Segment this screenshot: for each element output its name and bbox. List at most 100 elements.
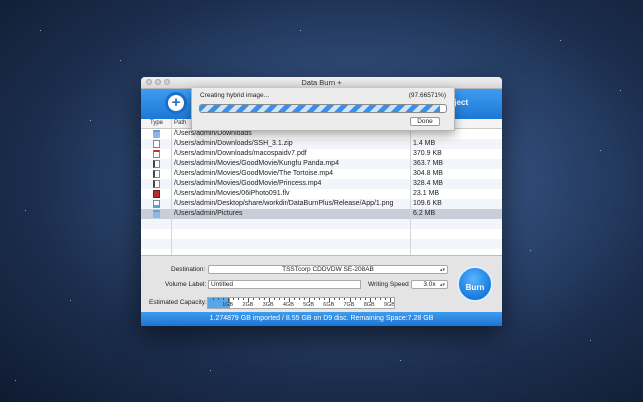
burn-button[interactable]: Burn (457, 266, 493, 302)
capacity-minor-tick (298, 298, 300, 300)
volume-label-label: Volume Label: (165, 281, 207, 288)
folder-icon (153, 210, 160, 218)
capacity-tick-label: 7GB (343, 302, 355, 308)
capacity-minor-tick (253, 298, 255, 300)
capacity-tick-label: 1GB (222, 302, 234, 308)
capacity-minor-tick (319, 298, 321, 300)
capacity-minor-tick (258, 298, 260, 300)
capacity-minor-tick (344, 298, 346, 300)
writing-speed-label: Writing Speed (368, 281, 409, 288)
row-size: 6.2 MB (413, 210, 436, 217)
burn-settings-panel: Destination: TSSTcorp CDDVDW SE-208AB ▴▾… (141, 255, 502, 313)
empty-row (141, 239, 502, 249)
capacity-minor-tick (364, 298, 366, 300)
estimated-capacity-label: Estimated Capacity: (149, 299, 207, 306)
file-table[interactable]: /Users/admin/Downloads /Users/admin/Down… (141, 129, 502, 255)
capacity-minor-tick (218, 298, 220, 300)
row-path: /Users/admin/Downloads/macospaidv7.pdf (174, 150, 307, 157)
destination-select[interactable]: TSSTcorp CDDVDW SE-208AB ▴▾ (208, 265, 448, 274)
capacity-minor-tick (374, 298, 376, 300)
row-path: /Users/admin/Pictures (174, 210, 243, 217)
row-path: /Users/admin/Movies/GoodMovie/Princess.m… (174, 180, 322, 187)
destination-value: TSSTcorp CDDVDW SE-208AB (282, 266, 374, 273)
progress-percent: (97.66571%) (408, 92, 446, 99)
progress-bar (199, 104, 447, 113)
row-path: /Users/admin/Downloads/SSH_3.1.zip (174, 140, 293, 147)
burn-label: Burn (465, 283, 485, 292)
column-header-type[interactable]: Type (150, 120, 163, 126)
capacity-tick-label: 5GB (303, 302, 315, 308)
row-size: 304.8 MB (413, 170, 443, 177)
done-label: Done (417, 118, 433, 125)
capacity-tick-label: 6GB (323, 302, 335, 308)
window-title: Data Burn + (301, 78, 342, 87)
table-row-selected[interactable]: /Users/admin/Pictures 6.2 MB (141, 209, 502, 219)
capacity-minor-tick (223, 298, 225, 300)
done-button[interactable]: Done (410, 117, 440, 126)
capacity-minor-tick (304, 298, 306, 300)
status-text: 1.274879 GB imported / 8.55 GB on D9 dis… (209, 315, 434, 322)
video-icon (153, 180, 160, 188)
capacity-minor-tick (359, 298, 361, 300)
row-path: /Users/admin/Movies/GoodMovie/The Tortoi… (174, 170, 333, 177)
capacity-minor-tick (243, 298, 245, 300)
capacity-minor-tick (283, 298, 285, 300)
status-bar: 1.274879 GB imported / 8.55 GB on D9 dis… (141, 312, 502, 326)
capacity-minor-tick (384, 298, 386, 300)
capacity-minor-tick (233, 298, 235, 300)
flash-video-icon (153, 190, 160, 198)
table-row[interactable]: /Users/admin/Movies/GoodMovie/Princess.m… (141, 179, 502, 189)
plus-icon: + (171, 94, 181, 111)
volume-label-input[interactable]: Untitled (208, 280, 361, 289)
capacity-tick-label: 9GB (383, 302, 395, 308)
capacity-minor-tick (263, 298, 265, 300)
table-row[interactable]: /Users/admin/Downloads/macospaidv7.pdf 3… (141, 149, 502, 159)
row-size: 328.4 MB (413, 180, 443, 187)
capacity-minor-tick (278, 298, 280, 300)
table-row[interactable]: /Users/admin/Movies/GoodMovie/Kungfu Pan… (141, 159, 502, 169)
document-icon (153, 140, 160, 148)
capacity-tick-label: 2GB (242, 302, 254, 308)
table-row[interactable]: /Users/admin/Downloads/SSH_3.1.zip 1.4 M… (141, 139, 502, 149)
progress-title: Creating hybrid image... (200, 92, 270, 99)
capacity-minor-tick (273, 298, 275, 300)
capacity-minor-tick (314, 298, 316, 300)
writing-speed-value: 3.0x (423, 281, 436, 288)
table-row[interactable]: /Users/admin/Movies/GoodMovie/The Tortoi… (141, 169, 502, 179)
capacity-minor-tick (293, 298, 295, 300)
video-icon (153, 160, 160, 168)
capacity-tick-label: 3GB (262, 302, 274, 308)
capacity-tick-label: 4GB (282, 302, 294, 308)
pdf-icon (153, 150, 160, 158)
capacity-tick-label: 8GB (363, 302, 375, 308)
destination-label: Destination: (171, 266, 206, 273)
capacity-minor-tick (339, 298, 341, 300)
folder-icon (153, 130, 160, 138)
image-icon (153, 200, 160, 208)
table-row[interactable]: /Users/admin/Movies/06iPhoto091.flv 23.1… (141, 189, 502, 199)
row-size: 363.7 MB (413, 160, 443, 167)
add-files-button[interactable]: + (165, 92, 187, 114)
capacity-gauge: 1GB 2GB 3GB 4GB 5GB 6GB 7GB 8GB 9GB (207, 297, 395, 309)
column-header-path[interactable]: Path (174, 120, 186, 126)
column-divider (410, 119, 411, 255)
row-path: /Users/admin/Movies/06iPhoto091.flv (174, 190, 290, 197)
row-size: 109.6 KB (413, 200, 442, 207)
select-arrows-icon: ▴▾ (439, 282, 445, 288)
row-size: 370.9 KB (413, 150, 442, 157)
writing-speed-select[interactable]: 3.0x ▴▾ (411, 280, 448, 289)
row-path: /Users/admin/Downloads (174, 130, 252, 137)
capacity-minor-tick (334, 298, 336, 300)
progress-fill (200, 105, 441, 112)
capacity-minor-tick (354, 298, 356, 300)
capacity-minor-tick (324, 298, 326, 300)
row-size: 23.1 MB (413, 190, 440, 197)
volume-label-value: Untitled (211, 281, 234, 288)
capacity-minor-tick (213, 298, 215, 300)
column-divider (171, 119, 172, 255)
row-path: /Users/admin/Desktop/share/workdir/DataB… (174, 200, 394, 207)
row-path: /Users/admin/Movies/GoodMovie/Kungfu Pan… (174, 160, 339, 167)
empty-row (141, 219, 502, 229)
progress-sheet: Creating hybrid image... (97.66571%) Don… (191, 88, 455, 131)
table-row[interactable]: /Users/admin/Desktop/share/workdir/DataB… (141, 199, 502, 209)
